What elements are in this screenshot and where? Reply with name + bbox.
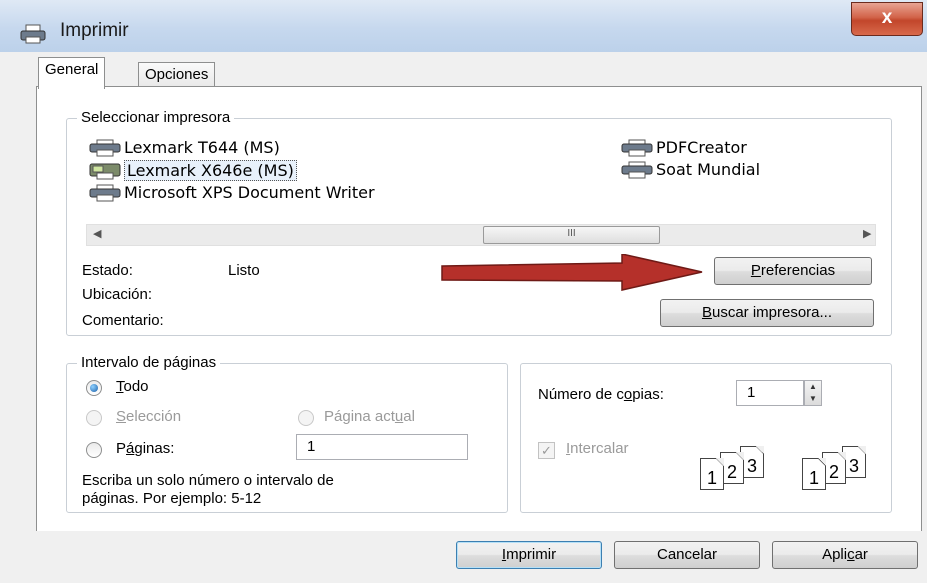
intercalar-label: Intercalar xyxy=(566,440,629,457)
page-range-hint-line1: Escriba un solo número o intervalo de xyxy=(82,472,334,489)
pagina-actual-radio[interactable] xyxy=(298,410,314,426)
estado-value: Listo xyxy=(228,262,260,279)
aplicar-button[interactable]: Aplicar xyxy=(772,541,918,569)
printer-item[interactable]: PDFCreator xyxy=(620,138,747,157)
buscar-impresora-button[interactable]: Buscar impresora... xyxy=(660,299,874,327)
cancelar-button[interactable]: Cancelar xyxy=(614,541,760,569)
printer-icon xyxy=(20,24,46,44)
printer-icon xyxy=(621,161,653,178)
printer-name: PDFCreator xyxy=(656,138,747,157)
scroll-right-icon[interactable]: ▶ xyxy=(863,227,871,240)
comentario-label: Comentario: xyxy=(82,312,164,329)
annotation-arrow-icon xyxy=(441,254,703,291)
window-title: Imprimir xyxy=(60,20,129,41)
copies-label: Número de copias: xyxy=(538,386,664,403)
page-card: 1 xyxy=(802,458,826,490)
multifunction-printer-icon xyxy=(89,163,121,179)
imprimir-button[interactable]: Imprimir xyxy=(456,541,602,569)
printer-item[interactable]: Lexmark T644 (MS) xyxy=(88,138,280,157)
copies-input[interactable]: 1 xyxy=(736,380,804,406)
printer-name: Lexmark T644 (MS) xyxy=(124,138,280,157)
tab-general[interactable]: General xyxy=(38,57,106,89)
spin-down-icon[interactable]: ▼ xyxy=(805,393,821,405)
ubicacion-label: Ubicación: xyxy=(82,286,153,303)
printer-icon xyxy=(89,184,121,201)
scroll-left-icon[interactable]: ◀ xyxy=(93,227,101,240)
title-bar[interactable]: Imprimir x xyxy=(0,0,927,52)
close-button[interactable]: x xyxy=(851,2,923,36)
page-card: 1 xyxy=(700,458,724,490)
printer-name: Microsoft XPS Document Writer xyxy=(124,183,375,202)
printer-icon xyxy=(621,139,653,156)
printer-item[interactable]: Soat Mundial xyxy=(620,160,760,179)
printer-icon xyxy=(89,139,121,156)
copies-spinner[interactable]: ▲ ▼ xyxy=(804,380,822,406)
paginas-radio[interactable] xyxy=(86,442,102,458)
todo-radio[interactable] xyxy=(86,380,102,396)
printer-list-scrollbar[interactable]: ◀ III ▶ xyxy=(86,224,876,246)
paginas-input[interactable]: 1 xyxy=(296,434,468,460)
seleccion-radio[interactable] xyxy=(86,410,102,426)
printer-name: Soat Mundial xyxy=(656,160,761,179)
intercalar-checkbox[interactable]: ✓ xyxy=(538,442,555,459)
preferencias-button[interactable]: Preferencias xyxy=(714,257,872,285)
seleccion-label: Selección xyxy=(116,408,182,425)
spin-up-icon[interactable]: ▲ xyxy=(805,381,821,393)
printer-name: Lexmark X646e (MS) xyxy=(124,160,297,181)
printer-item[interactable]: Microsoft XPS Document Writer xyxy=(88,183,375,202)
pagina-actual-label: Página actual xyxy=(324,408,415,425)
paginas-label: Páginas: xyxy=(116,440,175,457)
printer-item-selected[interactable]: Lexmark X646e (MS) xyxy=(88,160,297,181)
page-range-hint-line2: páginas. Por ejemplo: 5-12 xyxy=(82,490,262,507)
printer-group-legend: Seleccionar impresora xyxy=(77,109,235,126)
estado-label: Estado: xyxy=(82,262,133,279)
page-range-legend: Intervalo de páginas xyxy=(77,354,221,371)
todo-label: Todo xyxy=(116,378,149,395)
scroll-thumb[interactable]: III xyxy=(483,226,660,244)
